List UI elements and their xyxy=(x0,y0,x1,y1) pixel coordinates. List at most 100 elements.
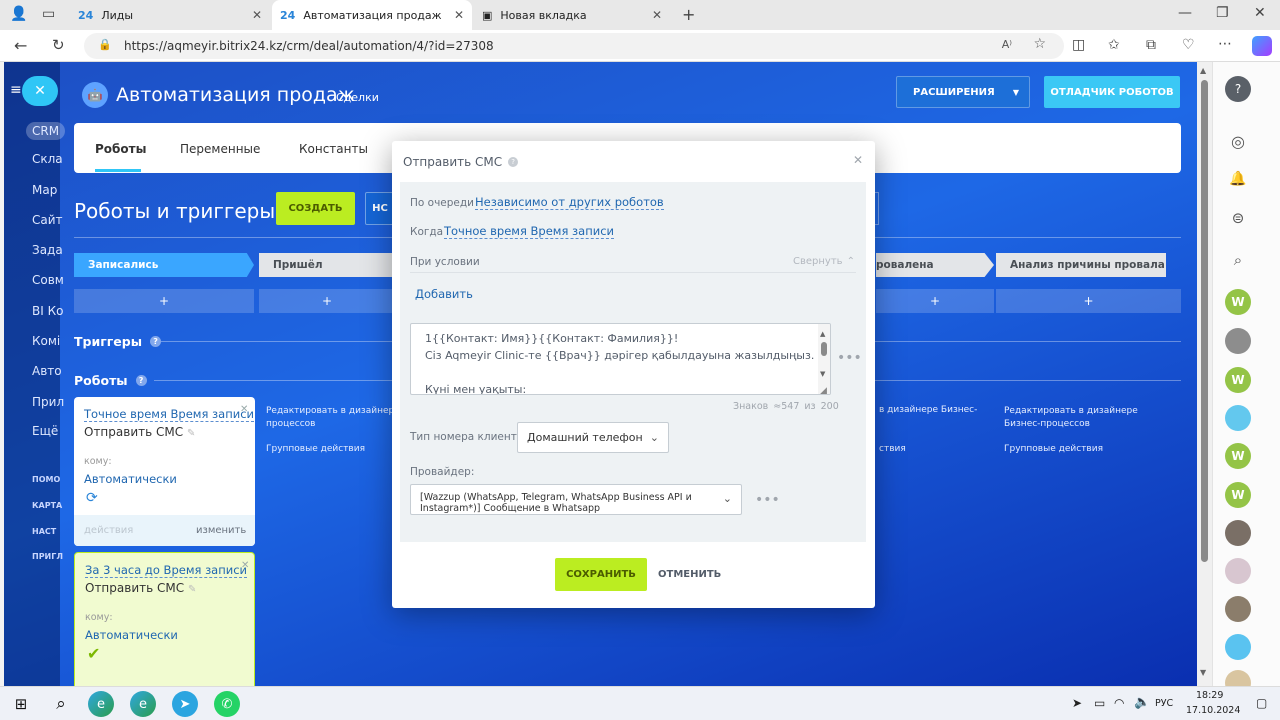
resize-handle-icon[interactable]: ◢ xyxy=(820,383,827,394)
pencil-icon[interactable]: ✎ xyxy=(187,428,195,439)
avatar[interactable] xyxy=(1225,405,1251,431)
add-robot-plus-button[interactable]: + xyxy=(259,289,395,313)
tab-variables[interactable]: Переменные xyxy=(180,142,260,156)
split-screen-icon[interactable]: ◫ xyxy=(1072,37,1085,53)
add-robot-plus-button[interactable]: + xyxy=(996,289,1181,313)
more-menu-icon[interactable]: ⋯ xyxy=(1218,36,1232,52)
url-field[interactable]: 🔒 https://aqmeyir.bitrix24.kz/crm/deal/a… xyxy=(84,33,1064,59)
scroll-down-arrow-icon[interactable]: ▼ xyxy=(820,366,825,383)
designer-link[interactable]: Редактировать в дизайнере Б процессов xyxy=(266,405,409,431)
add-condition-link[interactable]: Добавить xyxy=(415,287,473,301)
favorites-icon[interactable]: ✩ xyxy=(1108,37,1120,53)
left-menu-item[interactable]: CRM xyxy=(26,122,66,140)
copilot-icon[interactable] xyxy=(1252,36,1272,56)
tab-automation[interactable]: 24 Автоматизация продаж ✕ xyxy=(272,0,472,30)
help-icon[interactable]: ? xyxy=(1225,76,1251,102)
left-menu-small-item[interactable]: КАРТА xyxy=(32,501,62,510)
designer-link[interactable]: Редактировать в дизайнере Бизнес-процесс… xyxy=(1004,405,1164,431)
avatar[interactable]: W xyxy=(1225,367,1251,393)
bell-icon[interactable]: 🔔 xyxy=(1225,166,1251,192)
provider-select[interactable]: [Wazzup (WhatsApp, Telegram, WhatsApp Bu… xyxy=(410,484,742,515)
robot-condition-link[interactable]: За 3 часа до Время записи xyxy=(85,563,248,578)
tab-leads[interactable]: 24 Лиды ✕ xyxy=(70,0,270,30)
scroll-up-arrow-icon[interactable]: ▲ xyxy=(820,326,825,343)
stage-header[interactable]: Анализ причины провала xyxy=(996,253,1166,277)
close-slider-button[interactable]: ✕ xyxy=(22,76,58,106)
maximize-icon[interactable]: ❐ xyxy=(1216,5,1229,21)
close-icon[interactable]: ✕ xyxy=(252,8,262,22)
left-menu-small-item[interactable]: ПОМО xyxy=(32,475,60,484)
left-menu-small-item[interactable]: НАСТ xyxy=(32,527,56,536)
left-menu-item[interactable]: Авто xyxy=(32,364,62,378)
windows-start-icon[interactable]: ⊞ xyxy=(8,691,34,717)
cancel-button[interactable]: ОТМЕНИТЬ xyxy=(658,569,721,580)
left-menu-small-item[interactable]: ПРИГЛ xyxy=(32,552,63,561)
close-icon[interactable]: ✕ xyxy=(454,8,464,22)
stage-header[interactable]: ровалена xyxy=(876,253,994,277)
chat-icon[interactable]: ◎ xyxy=(1225,128,1251,154)
favorite-star-icon[interactable]: ☆ xyxy=(1033,36,1046,52)
avatar[interactable] xyxy=(1225,558,1251,584)
tab-robots[interactable]: Роботы xyxy=(95,142,146,156)
edge-icon[interactable]: e xyxy=(130,691,156,717)
help-icon[interactable]: ? xyxy=(150,336,162,347)
language-indicator[interactable]: РУС xyxy=(1155,698,1173,709)
close-icon[interactable]: ✕ xyxy=(652,8,662,22)
collapse-toggle[interactable]: Свернуть ⌃ xyxy=(793,256,855,267)
help-icon[interactable]: ? xyxy=(135,375,147,386)
left-menu-item[interactable]: Зада xyxy=(32,243,63,257)
left-menu-item[interactable]: Ещё xyxy=(32,424,58,438)
scroll-down-arrow-icon[interactable]: ▼ xyxy=(1200,668,1206,677)
scroll-thumb[interactable] xyxy=(821,342,827,356)
stage-header[interactable]: Пришёл xyxy=(259,253,395,277)
secondary-button[interactable]: НС xyxy=(365,192,395,225)
reload-icon[interactable]: ↻ xyxy=(52,36,65,54)
avatar[interactable]: W xyxy=(1225,443,1251,469)
minimize-icon[interactable]: — xyxy=(1178,5,1192,21)
phone-type-select[interactable]: Домашний телефон ⌄ xyxy=(517,422,669,453)
new-tab-plus-icon[interactable]: + xyxy=(682,5,695,24)
left-menu-item[interactable]: BI Ко xyxy=(32,304,63,318)
collections-icon[interactable]: ⧉ xyxy=(1146,37,1156,53)
avatar[interactable] xyxy=(1225,596,1251,622)
menu-toggle-icon[interactable]: ≡ xyxy=(10,82,22,98)
avatar[interactable] xyxy=(1225,328,1251,354)
clock-time[interactable]: 18:29 xyxy=(1196,690,1223,701)
provider-more-icon[interactable]: ••• xyxy=(755,492,780,508)
notifications-icon[interactable]: ▢ xyxy=(1256,696,1267,710)
page-subtitle[interactable]: Сделки xyxy=(336,91,379,104)
create-button[interactable]: СОЗДАТЬ xyxy=(276,192,355,225)
wifi-icon[interactable]: ◠ xyxy=(1114,696,1124,710)
page-scrollbar[interactable]: ▲ ▼ xyxy=(1197,62,1212,686)
close-icon[interactable]: ✕ xyxy=(241,560,249,571)
avatar[interactable]: W xyxy=(1225,289,1251,315)
message-textarea[interactable]: 1{{Контакт: Имя}}{{Контакт: Фамилия}}! С… xyxy=(410,323,831,395)
group-actions-link[interactable]: Групповые действия xyxy=(1004,444,1103,454)
designer-link[interactable]: в дизайнере Бизнес- xyxy=(879,405,977,415)
scroll-thumb[interactable] xyxy=(1201,80,1208,562)
close-icon[interactable]: ✕ xyxy=(853,153,863,167)
telegram-tray-icon[interactable]: ➤ xyxy=(1072,696,1082,710)
avatar[interactable] xyxy=(1225,520,1251,546)
robot-card[interactable]: За 3 часа до Время записи ✕ Отправить СМ… xyxy=(74,552,255,686)
tab-constants[interactable]: Константы xyxy=(299,142,368,156)
close-icon[interactable]: ✕ xyxy=(240,404,248,415)
edit-link[interactable]: изменить xyxy=(196,525,246,536)
tab-new[interactable]: ▣ Новая вкладка ✕ xyxy=(474,0,670,30)
add-robot-plus-button[interactable]: + xyxy=(876,289,994,313)
back-arrow-icon[interactable]: ← xyxy=(14,36,27,55)
whatsapp-icon[interactable]: ✆ xyxy=(214,691,240,717)
edge-icon[interactable]: e xyxy=(88,691,114,717)
left-menu-item[interactable]: Сайт xyxy=(32,213,63,227)
volume-icon[interactable]: 🔈 xyxy=(1134,695,1150,710)
queue-value-link[interactable]: Независимо от других роботов xyxy=(475,195,664,210)
extensions-button[interactable]: РАСШИРЕНИЯ ▼ xyxy=(896,76,1030,108)
workspaces-icon[interactable]: ▭ xyxy=(42,6,55,22)
when-value-link[interactable]: Точное время Время записи xyxy=(444,224,615,239)
search-icon[interactable]: ⌕ xyxy=(48,691,74,717)
add-robot-plus-button[interactable]: + xyxy=(74,289,254,313)
textarea-scrollbar[interactable]: ▲ ▼ ◢ xyxy=(818,324,830,394)
robot-condition-link[interactable]: Точное время Время записи xyxy=(84,407,255,422)
left-menu-item[interactable]: Мар xyxy=(32,183,57,197)
robot-card[interactable]: Точное время Время записи ✕ Отправить СМ… xyxy=(74,397,255,546)
